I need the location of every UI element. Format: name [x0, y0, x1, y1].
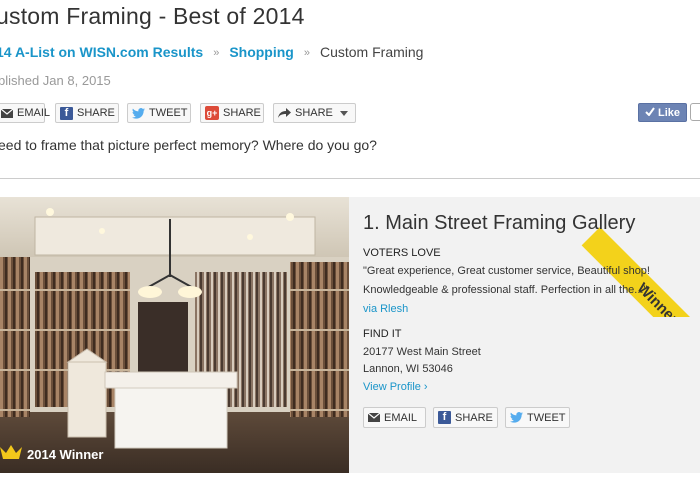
entry-email-button[interactable]: EMAIL — [363, 407, 426, 428]
voter-name-link[interactable]: via Rlesh — [363, 303, 408, 315]
twitter-tweet-label: TWEET — [149, 107, 188, 119]
more-share-label: SHARE — [295, 107, 333, 119]
chevron-down-icon — [339, 110, 348, 116]
business-photo[interactable] — [0, 197, 349, 473]
find-it-label: FIND IT — [363, 328, 402, 340]
intro-text: eed to frame that picture perfect memory… — [0, 137, 377, 153]
envelope-icon — [1, 108, 13, 118]
entry-twitter-label: TWEET — [527, 411, 566, 424]
more-share-button[interactable]: SHARE — [273, 103, 356, 123]
divider — [0, 178, 700, 179]
facebook-like-button[interactable]: Like — [638, 103, 687, 122]
entry-email-label: EMAIL — [384, 411, 418, 424]
like-count-bubble — [690, 103, 700, 121]
winner-badge-label: 2014 Winner — [27, 446, 104, 462]
envelope-icon — [368, 413, 380, 422]
entry-title[interactable]: 1. Main Street Framing Gallery — [363, 212, 635, 235]
voters-love-label: VOTERS LOVE — [363, 247, 441, 259]
twitter-icon — [132, 107, 145, 119]
entry-facebook-share-button[interactable]: f SHARE — [433, 407, 498, 428]
like-label: Like — [657, 106, 680, 119]
googleplus-share-label: SHARE — [223, 107, 261, 119]
trophy-icon — [0, 444, 22, 465]
breadcrumb-link-shopping[interactable]: Shopping — [229, 44, 294, 60]
facebook-icon: f — [60, 106, 73, 120]
address-street: 20177 West Main Street — [363, 346, 481, 358]
email-share-button[interactable]: EMAIL — [0, 103, 50, 123]
googleplus-icon: g+ — [205, 106, 219, 120]
twitter-icon — [510, 412, 523, 423]
facebook-icon: f — [438, 411, 451, 424]
published-date: blished Jan 8, 2015 — [0, 73, 111, 88]
facebook-share-label: SHARE — [77, 107, 115, 119]
winner-badge: 2014 Winner — [0, 440, 113, 468]
share-arrow-icon — [278, 108, 291, 118]
entry-facebook-label: SHARE — [455, 411, 493, 424]
email-share-label: EMAIL — [17, 107, 51, 119]
breadcrumb-link-alist[interactable]: 14 A-List on WISN.com Results — [0, 44, 203, 60]
entry-twitter-tweet-button[interactable]: TWEET — [505, 407, 570, 428]
breadcrumb-separator: » — [303, 47, 310, 59]
like-check-icon — [645, 106, 655, 119]
voter-quote-line1: "Great experience, Great customer servic… — [363, 265, 650, 277]
page-title: ustom Framing - Best of 2014 — [0, 3, 305, 29]
twitter-tweet-button[interactable]: TWEET — [127, 103, 191, 123]
googleplus-share-button[interactable]: g+ SHARE — [200, 103, 264, 123]
view-profile-link[interactable]: View Profile › — [363, 381, 428, 393]
breadcrumb-current: Custom Framing — [319, 44, 424, 60]
breadcrumb-separator: » — [213, 47, 220, 59]
breadcrumb: 14 A-List on WISN.com Results » Shopping » C… — [0, 44, 423, 60]
voter-quote-line2: Knowledgeable & professional staff. Perf… — [363, 284, 648, 296]
facebook-share-button[interactable]: f SHARE — [55, 103, 119, 123]
address-city: Lannon, WI 53046 — [363, 363, 453, 375]
